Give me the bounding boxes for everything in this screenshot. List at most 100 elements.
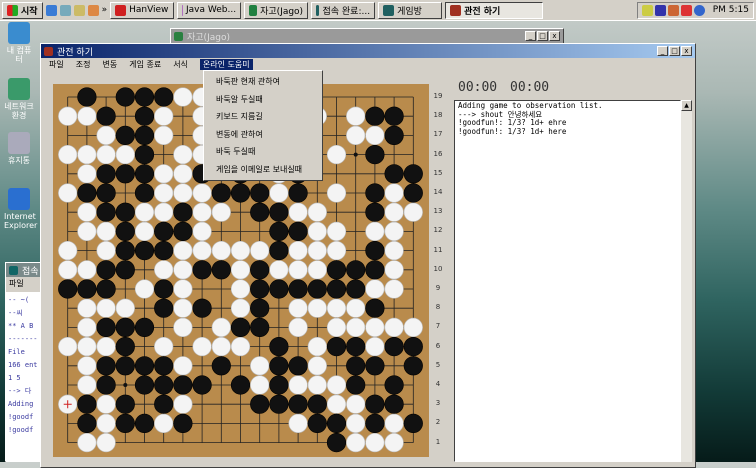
- black-stone: [403, 413, 423, 434]
- help-menu-item[interactable]: 바둑판 현재 관하여: [204, 73, 322, 91]
- menu-item[interactable]: 온라인 도움미: [199, 59, 253, 70]
- white-stone: [307, 241, 327, 261]
- log-line: -- ~(: [8, 296, 30, 304]
- desktop-icon[interactable]: 네트워크 환경: [4, 78, 34, 120]
- menu-item[interactable]: 변동: [102, 59, 117, 70]
- black-stone: [96, 106, 116, 126]
- help-menu-item[interactable]: 키보드 지름길: [204, 108, 322, 126]
- white-stone: [96, 433, 116, 453]
- help-menu-item[interactable]: 게임을 이메일로 보내실때: [204, 161, 322, 179]
- help-menu-item[interactable]: 바둑 두실때: [204, 143, 322, 161]
- white-stone: [384, 221, 404, 241]
- white-stone: [134, 221, 155, 241]
- white-stone: [154, 183, 174, 203]
- globe-icon[interactable]: [693, 4, 705, 16]
- white-stone: [211, 337, 231, 357]
- white-stone: [307, 375, 327, 395]
- black-stone: [403, 356, 423, 376]
- white-stone: [346, 413, 366, 434]
- menu-item[interactable]: 조정: [76, 59, 91, 70]
- log-line: !goodf: [8, 413, 34, 421]
- minimize-button[interactable]: _: [525, 31, 536, 41]
- black-stone: [403, 164, 423, 184]
- row-label: 7: [435, 322, 441, 331]
- white-stone: [326, 183, 347, 203]
- white-stone: [346, 298, 366, 318]
- maximize-button[interactable]: □: [669, 46, 680, 56]
- black-stone: [269, 221, 289, 241]
- black-stone: [134, 241, 155, 261]
- desktop-icon-image: [8, 78, 30, 100]
- black-stone: [115, 87, 135, 107]
- tray-app-icon[interactable]: [680, 4, 692, 16]
- taskbar-item[interactable]: HanView: [110, 1, 175, 19]
- arrow-quicklaunch-icon[interactable]: [87, 4, 99, 16]
- white-stone: [115, 144, 135, 165]
- menu-item[interactable]: 파일: [49, 59, 64, 70]
- desktop-icon[interactable]: 휴지통: [4, 132, 34, 165]
- jago-titlebar[interactable]: 자고(Jago) _ □ x: [171, 29, 563, 43]
- help-menu-item[interactable]: 바둑알 두실때: [204, 91, 322, 109]
- white-stone: [192, 337, 212, 357]
- menu-file[interactable]: 파일: [9, 278, 24, 289]
- white-stone: [230, 241, 251, 261]
- black-stone: [365, 106, 385, 126]
- scroll-up-button[interactable]: ▲: [681, 100, 692, 111]
- observe-titlebar[interactable]: 관전 하기 _ □ x: [41, 44, 695, 58]
- white-stone: [173, 144, 193, 165]
- taskbar-item[interactable]: 관전 하기: [445, 1, 544, 19]
- outlook-quicklaunch-icon[interactable]: [73, 4, 85, 16]
- white-timer: 00:00: [510, 80, 550, 95]
- maximize-button[interactable]: □: [537, 31, 548, 41]
- black-stone: [269, 241, 289, 261]
- row-label: 18: [433, 111, 443, 120]
- white-stone: [77, 164, 97, 184]
- app-icon: [316, 4, 320, 16]
- start-button[interactable]: 시작: [2, 1, 43, 19]
- desktop-icon[interactable]: Internet Explorer: [4, 188, 37, 230]
- quicklaunch-more[interactable]: »: [102, 5, 108, 15]
- white-stone: [58, 106, 78, 126]
- black-stone: [154, 241, 174, 261]
- taskbar-item[interactable]: 자고(Jago): [244, 1, 309, 19]
- taskbar-item[interactable]: 접속 완료:...: [311, 1, 376, 19]
- volume-icon[interactable]: [641, 4, 653, 16]
- system-tray: PM 5:15: [636, 1, 754, 19]
- white-stone: [96, 394, 116, 414]
- white-stone: [403, 317, 423, 337]
- black-stone: [115, 164, 135, 184]
- menu-bar: 파일 조정 변동 게임 종료 서식 온라인 도움미: [41, 58, 695, 71]
- black-stone: [365, 202, 385, 222]
- black-stone: [230, 183, 251, 203]
- white-stone: [307, 298, 327, 318]
- white-stone: [211, 202, 231, 222]
- tray-app-icon[interactable]: [667, 4, 679, 16]
- desktop-quicklaunch-icon[interactable]: [59, 4, 71, 16]
- ie-quicklaunch-icon[interactable]: [45, 4, 57, 16]
- white-stone: [77, 375, 97, 395]
- taskbar-item[interactable]: Java Web...: [177, 1, 242, 19]
- black-stone: [326, 433, 347, 453]
- white-stone: [77, 144, 97, 165]
- network-icon[interactable]: [654, 4, 666, 16]
- black-stone: [288, 221, 308, 241]
- black-stone: [134, 356, 155, 376]
- minimize-button[interactable]: _: [657, 46, 668, 56]
- white-stone: [77, 221, 97, 241]
- desktop-icon[interactable]: 내 컴퓨터: [4, 22, 34, 64]
- white-stone: [326, 317, 347, 337]
- black-stone: [269, 356, 289, 376]
- close-button[interactable]: x: [549, 31, 560, 41]
- close-button[interactable]: x: [681, 46, 692, 56]
- black-stone: [96, 375, 116, 395]
- white-stone: [288, 413, 308, 434]
- log-scrollbar[interactable]: ▲: [681, 100, 692, 462]
- chat-log[interactable]: Adding game to observation list. ---> sho…: [454, 100, 681, 462]
- white-stone: [154, 106, 174, 126]
- menu-item[interactable]: 게임 종료: [129, 59, 161, 70]
- white-stone: [384, 413, 404, 434]
- taskbar-item[interactable]: 게임방: [378, 1, 443, 19]
- menu-item[interactable]: 서식: [173, 59, 188, 70]
- white-stone: [96, 144, 116, 165]
- help-menu-item[interactable]: 변동에 관하여: [204, 126, 322, 144]
